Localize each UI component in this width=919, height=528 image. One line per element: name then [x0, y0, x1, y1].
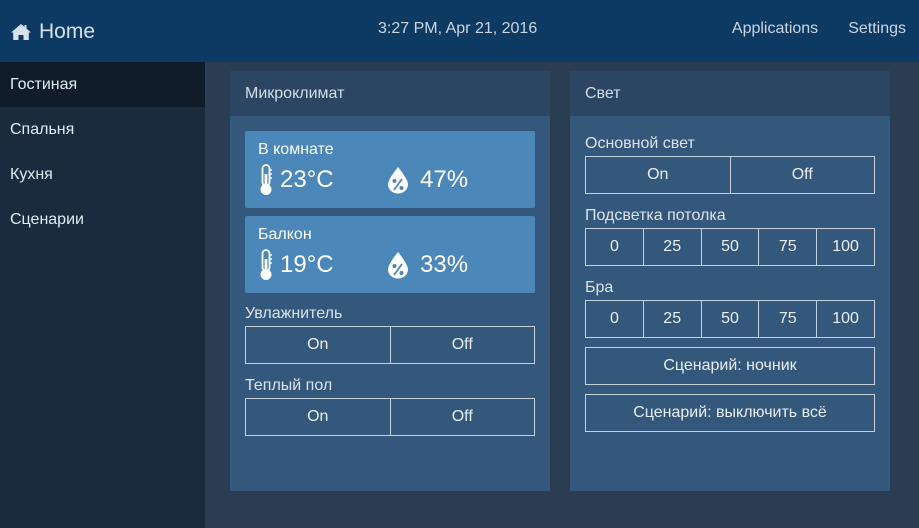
sensor-name: В комнате	[258, 141, 334, 158]
sidebar-item-scenarios[interactable]: Сценарии	[0, 197, 205, 242]
main-light-on-button[interactable]: On	[585, 156, 731, 194]
sconce-level-0-button[interactable]: 0	[585, 300, 644, 338]
scene-row-off: Сценарий: выключить всё	[585, 394, 875, 432]
thermometer-icon	[258, 164, 274, 196]
applications-link[interactable]: Applications	[732, 20, 818, 38]
humidifier-toggle: On Off	[245, 326, 535, 364]
settings-link[interactable]: Settings	[848, 20, 906, 38]
sensor-card-room: В комнате 23°C 47%	[245, 131, 535, 208]
top-nav: Applications Settings	[732, 20, 906, 38]
humidifier-label: Увлажнитель	[245, 305, 343, 322]
humidity-value: 33%	[420, 251, 469, 278]
top-bar: Home 3:27 PM, Apr 21, 2016 Applications …	[0, 0, 919, 62]
sconce-level-100-button[interactable]: 100	[816, 300, 875, 338]
sconce-label: Бра	[585, 279, 614, 296]
floor-heating-toggle: On Off	[245, 398, 535, 436]
ceiling-level-25-button[interactable]: 25	[642, 228, 702, 266]
sidebar-item-bedroom[interactable]: Спальня	[0, 107, 205, 152]
ceiling-light-levels: 0 25 50 75 100	[585, 228, 875, 266]
ceiling-level-75-button[interactable]: 75	[758, 228, 818, 266]
home-link[interactable]: Home	[10, 18, 95, 46]
main-light-toggle: On Off	[585, 156, 875, 194]
climate-panel-title: Микроклимат	[230, 71, 550, 116]
humidifier-on-button[interactable]: On	[245, 326, 391, 364]
sconce-levels: 0 25 50 75 100	[585, 300, 875, 338]
climate-panel: Микроклимат В комнате 23°C 47% Балкон 19…	[230, 71, 550, 491]
humidity-icon	[386, 166, 410, 194]
ceiling-level-50-button[interactable]: 50	[700, 228, 760, 266]
scene-row-night: Сценарий: ночник	[585, 347, 875, 385]
home-label: Home	[39, 20, 96, 43]
scene-night-light-button[interactable]: Сценарий: ночник	[585, 347, 875, 385]
scene-all-off-button[interactable]: Сценарий: выключить всё	[585, 394, 875, 432]
temperature-value: 19°C	[280, 251, 334, 278]
humidity-value: 47%	[420, 166, 469, 193]
temperature-value: 23°C	[280, 166, 334, 193]
floor-heating-off-button[interactable]: Off	[389, 398, 535, 436]
home-icon	[10, 23, 32, 41]
main-light-off-button[interactable]: Off	[729, 156, 875, 194]
thermometer-icon	[258, 249, 274, 281]
light-panel: Свет Основной свет On Off Подсветка пото…	[570, 71, 890, 491]
sidebar-item-kitchen[interactable]: Кухня	[0, 152, 205, 197]
datetime-display: 3:27 PM, Apr 21, 2016	[378, 20, 538, 37]
ceiling-light-label: Подсветка потолка	[585, 207, 726, 224]
sidebar-item-living-room[interactable]: Гостиная	[0, 62, 205, 107]
sconce-level-75-button[interactable]: 75	[758, 300, 818, 338]
sconce-level-50-button[interactable]: 50	[700, 300, 760, 338]
ceiling-level-100-button[interactable]: 100	[816, 228, 875, 266]
humidity-icon	[386, 251, 410, 279]
sensor-name: Балкон	[258, 226, 312, 243]
light-panel-title: Свет	[570, 71, 890, 116]
humidifier-off-button[interactable]: Off	[389, 326, 535, 364]
ceiling-level-0-button[interactable]: 0	[585, 228, 644, 266]
main-light-label: Основной свет	[585, 135, 695, 152]
floor-heating-label: Теплый пол	[245, 377, 333, 394]
sensor-card-balcony: Балкон 19°C 33%	[245, 216, 535, 293]
floor-heating-on-button[interactable]: On	[245, 398, 391, 436]
sconce-level-25-button[interactable]: 25	[642, 300, 702, 338]
sidebar: Гостиная Спальня Кухня Сценарии	[0, 62, 205, 528]
